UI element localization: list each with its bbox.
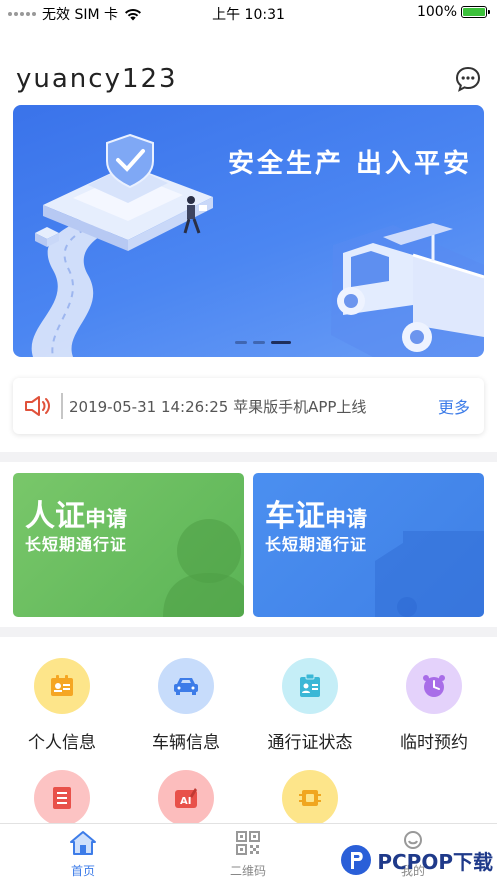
grid-item-chip[interactable] xyxy=(248,770,372,826)
grid-item-label: 临时预约 xyxy=(400,733,468,753)
clock-icon xyxy=(406,658,462,714)
pcpop-watermark: PCPOP下载 xyxy=(339,843,493,877)
chip-icon xyxy=(282,770,338,826)
grid-item-ai[interactable]: AI xyxy=(124,770,248,826)
grid-item-label: 通行证状态 xyxy=(267,733,353,753)
grid-item-personal-info[interactable]: 个人信息 xyxy=(0,658,124,753)
qr-code-icon xyxy=(236,831,260,855)
notice-divider xyxy=(61,393,63,419)
banner-carousel[interactable]: 安全生产 出入平安 xyxy=(13,105,484,357)
tab-label: 二维码 xyxy=(229,864,266,878)
pcpop-logo-icon xyxy=(341,845,372,875)
document-icon xyxy=(34,770,90,826)
home-icon xyxy=(70,831,96,855)
status-right: 100% xyxy=(416,4,490,20)
person-card-title: 人证申请 xyxy=(25,491,127,535)
carousel-indicator[interactable] xyxy=(235,341,291,344)
car-icon xyxy=(158,658,214,714)
vehicle-card-title-suffix: 申请 xyxy=(325,507,367,531)
grid-item-label: 车辆信息 xyxy=(152,733,220,753)
vehicle-card-title: 车证申请 xyxy=(265,491,367,535)
notice-text[interactable]: 2019-05-31 14:26:25 苹果版手机APP上线 xyxy=(69,396,438,417)
battery-icon xyxy=(461,6,490,18)
carousel-dot-active[interactable] xyxy=(271,341,291,344)
carousel-dot[interactable] xyxy=(235,341,247,344)
person-card-subtitle: 长短期通行证 xyxy=(25,535,128,554)
grid-item-temp-reservation[interactable]: 临时预约 xyxy=(372,658,496,753)
tab-qr-code[interactable]: 二维码 xyxy=(198,830,298,879)
section-divider xyxy=(0,627,497,637)
grid-item-permit-status[interactable]: 通行证状态 xyxy=(248,658,372,753)
speaker-icon xyxy=(25,396,50,416)
carousel-dot[interactable] xyxy=(253,341,265,344)
notice-more-link[interactable]: 更多 xyxy=(438,394,470,418)
vehicle-card-title-main: 车证 xyxy=(265,499,325,534)
person-permit-card[interactable]: 人证申请 长短期通行证 xyxy=(13,473,244,617)
grid-item-label: 个人信息 xyxy=(28,733,96,753)
battery-percent: 100% xyxy=(416,4,457,20)
badge-icon xyxy=(282,658,338,714)
section-divider xyxy=(0,452,497,462)
vehicle-card-subtitle: 长短期通行证 xyxy=(265,535,368,554)
tab-label: 首页 xyxy=(70,864,95,878)
id-card-icon xyxy=(34,658,90,714)
tab-home[interactable]: 首页 xyxy=(33,830,133,879)
person-card-title-main: 人证 xyxy=(25,499,85,534)
chat-bubble-icon[interactable] xyxy=(455,66,481,92)
notice-bar[interactable]: 2019-05-31 14:26:25 苹果版手机APP上线 更多 xyxy=(13,378,484,434)
grid-item-documents[interactable] xyxy=(0,770,124,826)
app-screen: 无效 SIM 卡 上午 10:31 100% yuancy123 安全生产 出入… xyxy=(0,0,497,883)
grid-item-vehicle-info[interactable]: 车辆信息 xyxy=(124,658,248,753)
status-bar: 无效 SIM 卡 上午 10:31 100% xyxy=(0,0,497,24)
username: yuancy123 xyxy=(16,64,178,94)
vehicle-permit-card[interactable]: 车证申请 长短期通行证 xyxy=(253,473,484,617)
svg-text:AI: AI xyxy=(180,796,191,807)
ai-icon: AI xyxy=(158,770,214,826)
person-card-title-suffix: 申请 xyxy=(85,507,127,531)
watermark-text: PCPOP下载 xyxy=(377,849,493,874)
banner-slogan: 安全生产 出入平安 xyxy=(227,149,472,179)
